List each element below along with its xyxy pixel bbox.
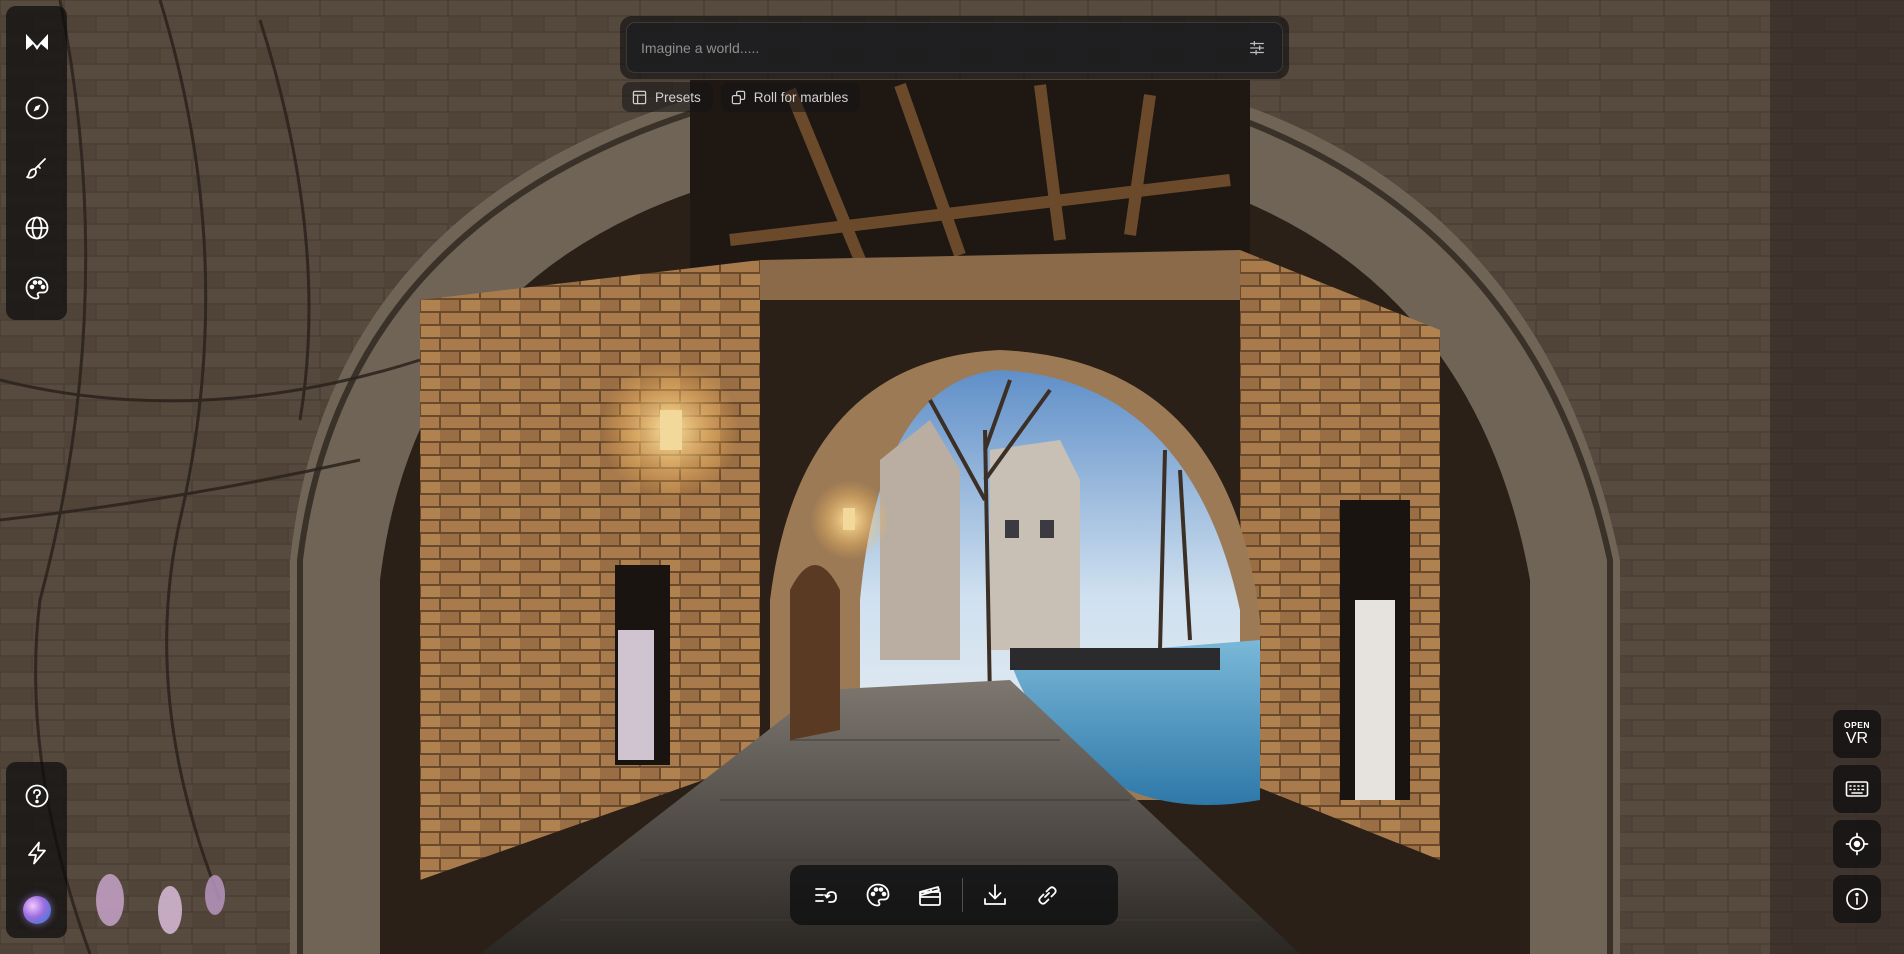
help-icon[interactable] <box>13 774 61 819</box>
globe-icon[interactable] <box>13 204 61 252</box>
compass-icon[interactable] <box>13 84 61 132</box>
left-utility-rail <box>6 762 67 938</box>
toolbar-divider <box>962 878 963 912</box>
history-list-icon[interactable] <box>800 871 852 919</box>
bottom-toolbar <box>790 865 1118 925</box>
roll-for-marbles-label: Roll for marbles <box>753 89 849 105</box>
vr-big-label: VR <box>1845 730 1869 748</box>
world-viewport[interactable] <box>0 0 1904 954</box>
palette-icon[interactable] <box>852 871 904 919</box>
account-avatar[interactable] <box>13 887 61 932</box>
left-tool-rail <box>6 6 67 320</box>
presets-label: Presets <box>655 89 701 105</box>
lightning-icon[interactable] <box>13 831 61 876</box>
palette-icon[interactable] <box>13 264 61 312</box>
prompt-input[interactable] <box>641 39 1246 56</box>
download-icon[interactable] <box>969 871 1021 919</box>
layout-icon <box>632 90 647 104</box>
brush-icon[interactable] <box>13 144 61 192</box>
link-icon[interactable] <box>1021 871 1073 919</box>
prompt-panel <box>620 16 1289 79</box>
open-vr-button[interactable]: OPEN VR <box>1833 710 1881 758</box>
roll-for-marbles-button[interactable]: Roll for marbles <box>720 82 861 112</box>
keyboard-icon[interactable] <box>1833 765 1881 813</box>
crosshair-icon[interactable] <box>1833 820 1881 868</box>
prompt-box <box>626 22 1283 73</box>
presets-button[interactable]: Presets <box>622 82 713 112</box>
scene-render <box>0 0 1904 954</box>
logo-icon[interactable] <box>13 18 61 66</box>
vr-small-label: OPEN <box>1843 719 1871 730</box>
avatar-orb <box>22 895 51 924</box>
info-icon[interactable] <box>1833 875 1881 923</box>
prompt-chips: Presets Roll for marbles <box>622 82 861 112</box>
clapperboard-icon[interactable] <box>904 871 956 919</box>
dice-icon <box>731 90 745 104</box>
sliders-icon[interactable] <box>1246 37 1268 59</box>
